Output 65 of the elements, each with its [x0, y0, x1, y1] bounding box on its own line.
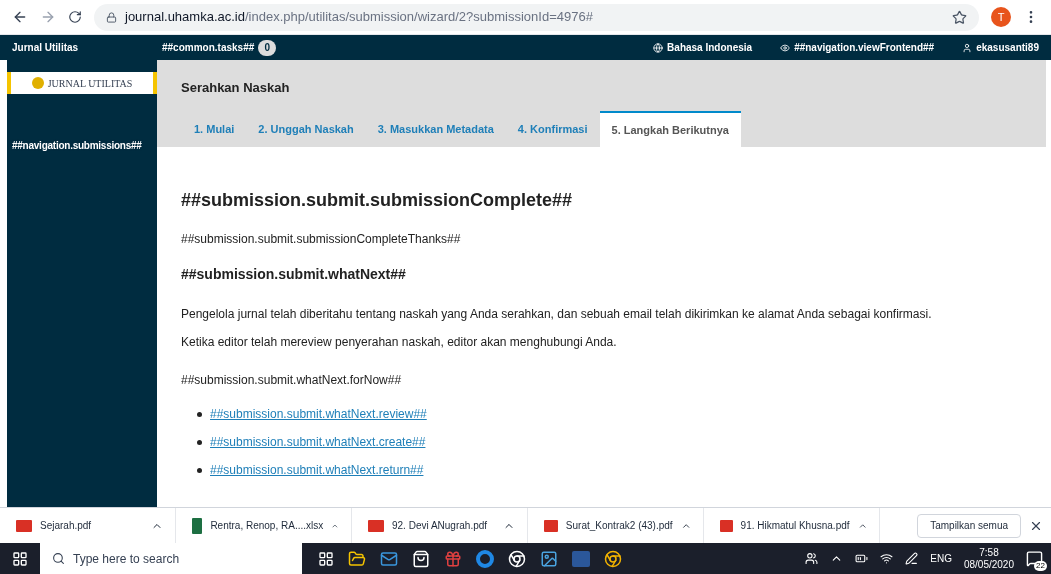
download-file-name: 91. Hikmatul Khusna.pdf: [740, 519, 850, 533]
tasks-link[interactable]: ##common.tasks##: [162, 40, 255, 55]
language-menu[interactable]: Bahasa Indonesia: [667, 40, 753, 55]
globe-icon: [653, 42, 664, 53]
page-title: Serahkan Naskah: [181, 79, 291, 97]
thanks-text: ##submission.submit.submissionCompleteThanks##: [181, 231, 462, 248]
bullet-icon: [197, 411, 202, 417]
input-language[interactable]: ENG: [930, 551, 952, 566]
show-all-button[interactable]: Tampilkan semua: [917, 513, 1021, 538]
completion-heading: ##submission.submit.submissionComplete##: [181, 189, 574, 212]
battery-icon[interactable]: [855, 552, 869, 565]
task-view-icon[interactable]: [318, 550, 334, 567]
pdf-file-icon: [544, 519, 558, 532]
bullet-icon: [197, 467, 202, 473]
profile-avatar[interactable]: T: [991, 7, 1011, 27]
user-icon: [962, 42, 973, 53]
journal-logo[interactable]: JURNAL UTILITAS: [7, 72, 157, 94]
info-paragraph: Pengelola jurnal telah diberitahu tentang naskah yang Anda serahkan, dan sebuah email telah dikirimkan ke alamat Anda sebagai konfirmasi.: [181, 306, 933, 323]
bookmark-star-icon[interactable]: [952, 9, 967, 25]
lock-icon: [106, 11, 117, 23]
logo-emblem-icon: [31, 77, 44, 89]
windows-start-icon[interactable]: [12, 550, 28, 567]
gift-icon[interactable]: [444, 549, 462, 568]
download-file-name: Sejarah.pdf: [40, 519, 93, 533]
journal-name[interactable]: Jurnal Utilitas: [12, 40, 162, 55]
folder-icon[interactable]: [348, 549, 366, 568]
photos-icon[interactable]: [540, 549, 558, 568]
tasks-count-badge: 0: [258, 39, 277, 56]
next-step-link[interactable]: ##submission.submit.whatNext.return##: [210, 461, 424, 479]
url-host: journal.uhamka.ac.id: [125, 8, 245, 27]
what-next-heading: ##submission.submit.whatNext##: [181, 265, 407, 284]
logo-text: JURNAL UTILITAS: [47, 76, 133, 91]
clock-date[interactable]: 08/05/2020: [963, 558, 1014, 571]
people-icon[interactable]: [805, 552, 819, 565]
download-file-name: Rentra, Renop, RA....xlsx: [210, 519, 324, 533]
wizard-tab[interactable]: 5. Langkah Berikutnya: [599, 111, 741, 147]
chrome-icon[interactable]: [604, 549, 622, 568]
address-bar[interactable]: journal.uhamka.ac.id/index.php/utilitas/submission/wizard/2?submissionId=4976#: [94, 3, 979, 31]
download-file-name: 92. Devi ANugrah.pdf: [392, 519, 489, 533]
next-step-link[interactable]: ##submission.submit.whatNext.review##: [210, 405, 427, 423]
spreadsheet-file-icon: [192, 517, 203, 534]
sidebar-item[interactable]: ##navigation.submissions##: [12, 138, 142, 153]
search-placeholder: Type here to search: [73, 550, 180, 568]
back-icon[interactable]: [12, 9, 28, 25]
bullet-icon: [197, 439, 202, 445]
eye-icon: [780, 42, 791, 53]
mail-icon[interactable]: [380, 549, 398, 568]
reload-icon[interactable]: [68, 10, 82, 24]
taskbar-search-field[interactable]: Type here to search: [40, 543, 302, 574]
next-step-link[interactable]: ##submission.submit.whatNext.create##: [210, 433, 426, 451]
user-menu[interactable]: ekasusanti89: [976, 40, 1039, 55]
store-bag-icon[interactable]: [412, 549, 430, 568]
search-icon: [52, 552, 65, 565]
pdf-file-icon: [720, 519, 733, 532]
download-file-name: Surat_Kontrak2 (43).pdf: [565, 519, 673, 533]
pdf-file-icon: [368, 519, 384, 532]
info-paragraph: Ketika editor telah mereview penyerahan naskah, editor akan menghubungi Anda.: [181, 334, 618, 351]
pdf-file-icon: [16, 519, 32, 532]
for-now-text: ##submission.submit.whatNext.forNow##: [181, 372, 403, 389]
clock-time[interactable]: 7:58: [979, 546, 999, 559]
url-path: /index.php/utilitas/submission/wizard/2?submissionId=4976#: [244, 8, 593, 27]
wifi-icon[interactable]: [880, 552, 894, 565]
pen-icon[interactable]: [905, 552, 919, 565]
view-frontend-link[interactable]: ##navigation.viewFrontend##: [794, 40, 935, 55]
notification-count-badge: 22: [1034, 561, 1047, 571]
